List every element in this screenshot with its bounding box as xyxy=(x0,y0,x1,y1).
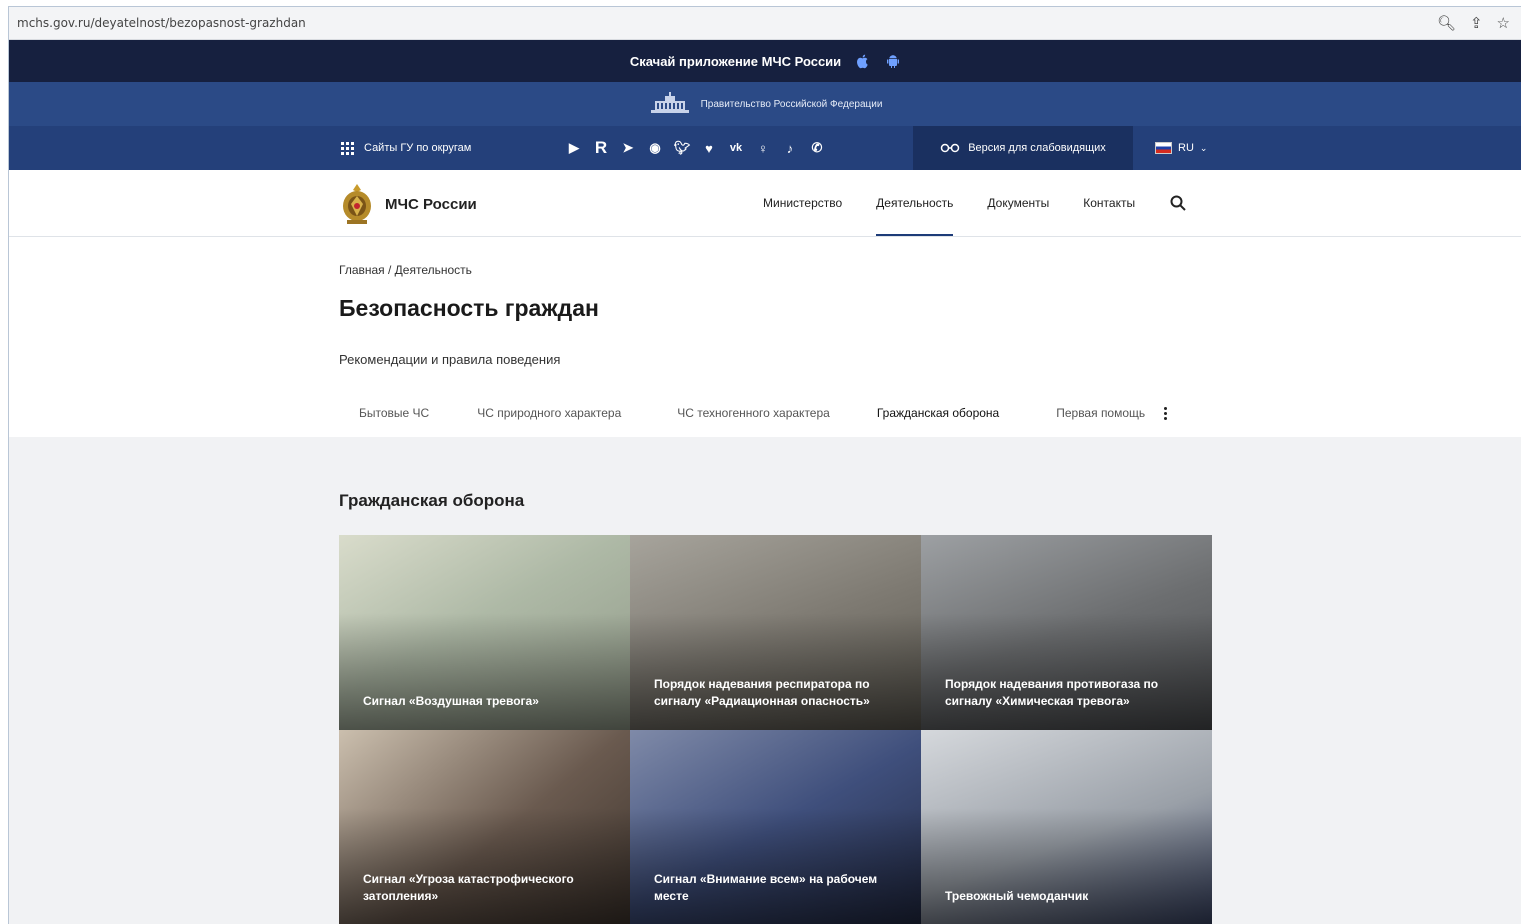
share-icon[interactable]: ⇪ xyxy=(1470,14,1483,32)
bookmark-star-icon[interactable]: ☆ xyxy=(1497,14,1510,32)
page-title: Безопасность граждан xyxy=(339,295,599,321)
card-caption: Порядок надевания респиратора по сигналу… xyxy=(654,677,870,708)
breadcrumb[interactable]: Главная / Деятельность xyxy=(339,263,472,277)
search-icon xyxy=(1170,195,1186,211)
card-caption: Сигнал «Угроза катастрофического затопле… xyxy=(363,872,574,903)
language-label: RU xyxy=(1178,142,1194,154)
main-nav: Министерство Деятельность Документы Конт… xyxy=(763,170,1187,236)
tab-first-aid[interactable]: Первая помощь xyxy=(1018,387,1155,439)
districts-link[interactable]: Сайты ГУ по округам xyxy=(341,141,472,155)
category-tabs: Бытовые ЧС ЧС природного характера ЧС те… xyxy=(339,387,1175,441)
card-gas-mask[interactable]: Порядок надевания противогаза по сигналу… xyxy=(921,535,1212,730)
app-download-text[interactable]: Скачай приложение МЧС России xyxy=(630,54,841,69)
site-name: МЧС России xyxy=(385,195,477,213)
tiktok-icon[interactable]: ♪ xyxy=(781,139,799,157)
tab-household[interactable]: Бытовые ЧС xyxy=(339,387,449,439)
app-download-banner: Скачай приложение МЧС России xyxy=(9,40,1521,82)
site-logo[interactable]: МЧС России xyxy=(339,182,477,226)
government-building-icon xyxy=(650,92,689,113)
nav-contacts[interactable]: Контакты xyxy=(1083,170,1135,236)
url-text[interactable]: mchs.gov.ru/deyatelnost/bezopasnost-graz… xyxy=(17,16,1437,30)
card-flood-threat[interactable]: Сигнал «Угроза катастрофического затопле… xyxy=(339,730,630,924)
card-attention-all[interactable]: Сигнал «Внимание всем» на рабочем месте xyxy=(630,730,921,924)
nav-documents[interactable]: Документы xyxy=(987,170,1049,236)
government-link-text[interactable]: Правительство Российской Федерации xyxy=(701,99,883,110)
heart-icon[interactable]: ♥ xyxy=(700,139,718,157)
odnoklassniki-circle-icon[interactable]: ◉ xyxy=(646,139,664,157)
social-bar: Сайты ГУ по округам ▶ R ➤ ◉ 🐦︎ ♥ vk ♀ ♪ … xyxy=(9,126,1521,170)
cards-grid: Сигнал «Воздушная тревога» Порядок надев… xyxy=(339,535,1212,924)
russia-flag-icon xyxy=(1155,142,1172,154)
browser-window: mchs.gov.ru/deyatelnost/bezopasnost-graz… xyxy=(8,6,1521,924)
districts-label: Сайты ГУ по округам xyxy=(364,142,472,154)
telegram-icon[interactable]: ➤ xyxy=(619,139,637,157)
nav-activity[interactable]: Деятельность xyxy=(876,170,954,236)
rutube-icon[interactable]: R xyxy=(592,138,610,157)
more-tabs-button[interactable] xyxy=(1155,387,1175,439)
card-caption: Порядок надевания противогаза по сигналу… xyxy=(945,677,1159,708)
mchs-emblem-icon xyxy=(343,184,371,224)
main-header: МЧС России Министерство Деятельность Док… xyxy=(9,170,1521,237)
chevron-down-icon: ⌄ xyxy=(1199,142,1208,153)
card-caption: Сигнал «Внимание всем» на рабочем месте xyxy=(654,872,878,903)
tab-technogenic[interactable]: ЧС техногенного характера xyxy=(649,387,858,439)
card-emergency-bag[interactable]: Тревожный чемоданчик xyxy=(921,730,1212,924)
search-button[interactable] xyxy=(1169,170,1187,236)
browser-address-bar[interactable]: mchs.gov.ru/deyatelnost/bezopasnost-graz… xyxy=(9,7,1521,40)
nav-ministry[interactable]: Министерство xyxy=(763,170,842,236)
section-title: Гражданская оборона xyxy=(339,491,525,510)
card-respirator[interactable]: Порядок надевания респиратора по сигналу… xyxy=(630,535,921,730)
zoom-icon[interactable]: 🔍︎ xyxy=(1437,14,1456,32)
tab-natural[interactable]: ЧС природного характера xyxy=(449,387,649,439)
whatsapp-icon[interactable]: ✆ xyxy=(808,139,826,157)
page-subtitle: Рекомендации и правила поведения xyxy=(339,352,561,367)
apple-icon[interactable] xyxy=(855,53,871,69)
ok-icon[interactable]: ♀ xyxy=(754,139,772,157)
card-caption: Сигнал «Воздушная тревога» xyxy=(363,694,539,708)
language-selector[interactable]: RU ⌄ xyxy=(1155,142,1207,154)
grid-icon xyxy=(341,141,354,155)
card-caption: Тревожный чемоданчик xyxy=(945,889,1089,903)
vk-icon[interactable]: vk xyxy=(727,139,745,157)
android-icon[interactable] xyxy=(885,53,901,69)
impaired-version-label: Версия для слабовидящих xyxy=(968,142,1106,154)
glasses-icon xyxy=(940,143,960,153)
government-link-bar[interactable]: Правительство Российской Федерации xyxy=(9,82,1521,126)
tab-civil-defense[interactable]: Гражданская оборона xyxy=(857,387,1019,441)
impaired-version-button[interactable]: Версия для слабовидящих xyxy=(913,126,1133,170)
youtube-icon[interactable]: ▶ xyxy=(565,139,583,157)
civil-defense-section: Гражданская оборона Сигнал «Воздушная тр… xyxy=(9,437,1521,924)
social-icons: ▶ R ➤ ◉ 🐦︎ ♥ vk ♀ ♪ ✆ xyxy=(565,138,826,157)
twitter-icon[interactable]: 🐦︎ xyxy=(673,139,691,157)
card-air-raid[interactable]: Сигнал «Воздушная тревога» xyxy=(339,535,630,730)
